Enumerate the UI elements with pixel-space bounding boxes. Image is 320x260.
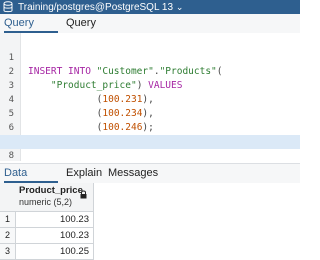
column-type: numeric (5,2): [19, 197, 73, 207]
row-number: 2: [0, 228, 16, 243]
tab-explain[interactable]: Explain: [66, 164, 102, 183]
table-row[interactable]: 1 100.23: [0, 212, 94, 228]
row-number: 3: [0, 244, 16, 259]
code-line: 9: [0, 149, 300, 175]
code-line: 1 INSERT INTO "Customer"."Products"(: [0, 37, 300, 77]
lock-icon: [80, 190, 87, 199]
cell-value[interactable]: 100.23: [15, 228, 94, 243]
tab-query-history[interactable]: Query History: [66, 14, 126, 48]
code-line: 4 (100.234),: [0, 79, 300, 119]
sql-editor[interactable]: 1 INSERT INTO "Customer"."Products"( 2 "…: [0, 33, 300, 175]
tab-query-editor[interactable]: Query Editor: [4, 14, 58, 48]
code-line-selected: 8 Select * from "Customer"."Products": [0, 135, 300, 175]
code-line: 5 (100.246);: [0, 93, 300, 133]
data-output-grid[interactable]: Product_price numeric (5,2) 1 100.23 2 1…: [0, 183, 300, 260]
column-header-product-price[interactable]: Product_price numeric (5,2): [15, 183, 94, 212]
chevron-down-icon[interactable]: ⌄: [176, 2, 184, 12]
code-line: 2 "Product_price") VALUES: [0, 51, 300, 91]
code-line: 7: [0, 121, 300, 147]
row-number: 1: [0, 212, 16, 227]
cell-value[interactable]: 100.23: [15, 212, 94, 227]
result-tabs: Data Output Explain Messages: [0, 163, 300, 198]
grid-corner: [0, 183, 16, 212]
column-name: Product_price: [19, 185, 83, 196]
editor-tabs: Query Editor Query History: [0, 14, 300, 48]
connection-bar[interactable]: Training/postgres@PostgreSQL 13 ⌄: [0, 0, 300, 14]
table-row[interactable]: 2 100.23: [0, 228, 94, 244]
code-line: 6: [0, 107, 300, 133]
code-line: 3 (100.231),: [0, 65, 300, 105]
connection-label: Training/postgres@PostgreSQL 13 ⌄: [18, 2, 184, 13]
tab-data-output[interactable]: Data Output: [4, 164, 58, 198]
tab-messages[interactable]: Messages: [108, 164, 158, 183]
cell-value[interactable]: 100.25: [15, 244, 94, 259]
